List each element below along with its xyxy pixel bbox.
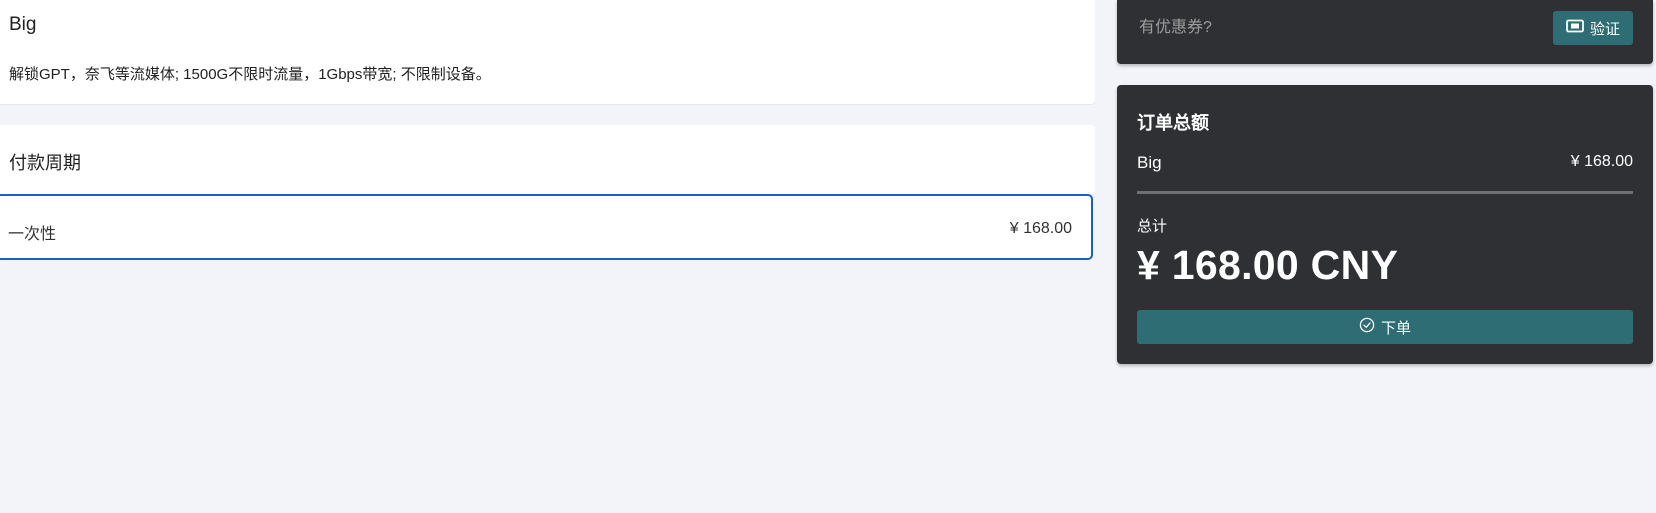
line-item-name: Big bbox=[1137, 153, 1162, 172]
coupon-input[interactable] bbox=[1117, 10, 1461, 46]
check-circle-icon bbox=[1359, 317, 1375, 337]
total-amount: ¥ 168.00 CNY bbox=[1137, 242, 1399, 288]
period-option-label: 一次性 bbox=[8, 226, 57, 243]
place-order-button[interactable]: 下单 bbox=[1137, 310, 1633, 344]
payment-period-title: 付款周期 bbox=[9, 153, 81, 173]
order-total-card: 订单总额 Big ¥ 168.00 总计 ¥ 168.00 CNY 下单 bbox=[1117, 85, 1653, 364]
divider bbox=[1137, 191, 1633, 194]
ticket-icon bbox=[1566, 19, 1584, 37]
verify-coupon-button[interactable]: 验证 bbox=[1553, 11, 1633, 45]
order-total-title: 订单总额 bbox=[1137, 113, 1209, 133]
period-option-price: ¥ 168.00 bbox=[1009, 220, 1072, 237]
payment-period-card: 付款周期 bbox=[0, 125, 1095, 194]
verify-button-label: 验证 bbox=[1589, 20, 1620, 38]
plan-name: Big bbox=[9, 14, 37, 35]
period-option-one-time[interactable]: 一次性 ¥ 168.00 bbox=[0, 194, 1093, 260]
line-item-price: ¥ 168.00 bbox=[1570, 153, 1633, 170]
coupon-card: 验证 bbox=[1117, 0, 1653, 64]
plan-description: 解锁GPT，奈飞等流媒体; 1500G不限时流量，1Gbps带宽; 不限制设备。 bbox=[9, 66, 491, 83]
total-label: 总计 bbox=[1137, 218, 1168, 235]
plan-card: Big 解锁GPT，奈飞等流媒体; 1500G不限时流量，1Gbps带宽; 不限… bbox=[0, 0, 1095, 104]
place-order-label: 下单 bbox=[1380, 319, 1411, 337]
